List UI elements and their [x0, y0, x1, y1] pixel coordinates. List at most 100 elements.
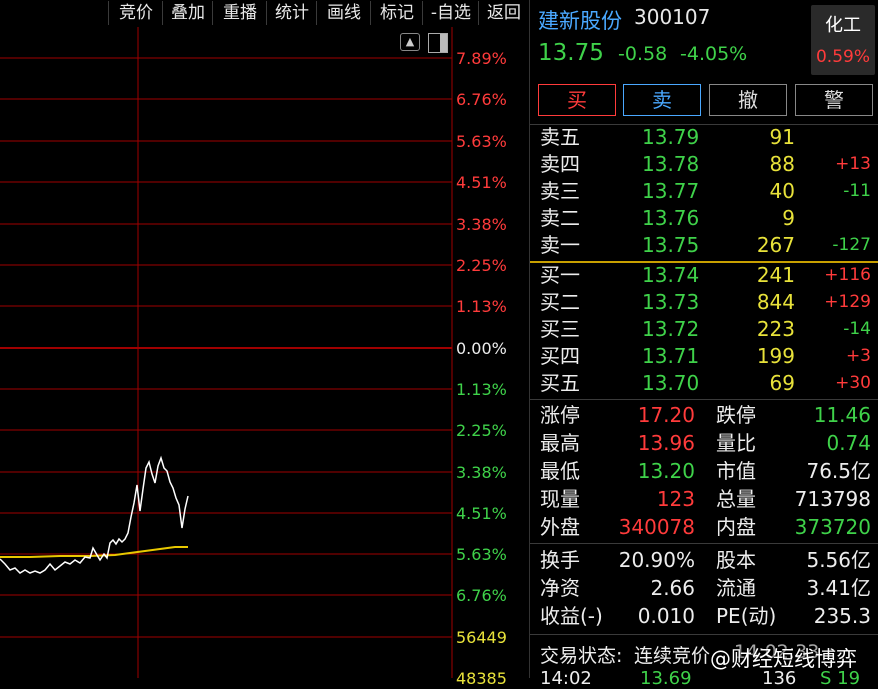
order-delta: +30 [835, 373, 871, 393]
stat-label: 最低 [540, 459, 580, 483]
order-price: 13.76 [642, 206, 700, 230]
cancel-button[interactable]: 撤 [709, 84, 787, 116]
current-price: 13.75 [538, 40, 604, 66]
stat-value: 13.20 [637, 459, 695, 483]
order-price: 13.79 [642, 125, 700, 149]
stat-value: 17.20 [637, 403, 695, 427]
stat-label: 涨停 [540, 403, 580, 427]
fundamentals-row: 换手 20.90% 股本 5.56亿 [530, 546, 878, 574]
order-volume: 199 [756, 344, 795, 368]
alert-button[interactable]: 警 [795, 84, 873, 116]
order-price: 13.70 [642, 371, 700, 395]
stat-label: 最高 [540, 431, 580, 455]
stat-label: 股本 [716, 548, 756, 572]
order-label: 买一 [540, 263, 580, 287]
y-axis-label: 1.13% [456, 380, 507, 399]
chart-canvas [0, 27, 453, 678]
stats-row: 最低 13.20 市值 76.5亿 [530, 457, 878, 485]
buy-order-row[interactable]: 买五 13.70 69 +30 [530, 370, 878, 397]
y-axis-label: 1.13% [456, 297, 507, 316]
stock-name: 建新股份 [538, 9, 622, 33]
fundamentals-row: 净资 2.66 流通 3.41亿 [530, 574, 878, 602]
order-label: 卖一 [540, 233, 580, 257]
stat-label: 内盘 [716, 515, 756, 539]
order-volume: 88 [769, 152, 795, 176]
trade-status-value: 连续竞价 [634, 645, 711, 667]
y-axis-label: 2.25% [456, 256, 507, 275]
divider [530, 634, 878, 635]
order-volume: 223 [756, 317, 795, 341]
stats-row: 外盘 340078 内盘 373720 [530, 513, 878, 541]
y-axis-label: 3.38% [456, 463, 507, 482]
buy-order-row[interactable]: 买一 13.74 241 +116 [530, 262, 878, 289]
sell-order-row[interactable]: 卖三 13.77 40 -11 [530, 178, 878, 205]
panel-toggle-icon[interactable] [428, 33, 448, 53]
order-volume: 9 [782, 206, 795, 230]
quote-panel: 建新股份 300107 化工 0.59% 13.75 -0.58 -4.05% … [529, 0, 878, 689]
order-delta: -127 [832, 235, 871, 255]
y-axis-label: 3.38% [456, 215, 507, 234]
stat-value: 20.90% [618, 548, 695, 572]
trade-status-label: 交易状态: [540, 645, 623, 667]
y-axis-label: 48385 [456, 669, 507, 688]
y-axis-label: 6.76% [456, 586, 507, 605]
toolbar-stats-button[interactable]: 统计 [266, 1, 317, 25]
order-label: 买五 [540, 371, 580, 395]
stat-value: 2.66 [650, 576, 695, 600]
stat-label: 收益(-) [540, 604, 603, 628]
stat-label: 市值 [716, 459, 756, 483]
sector-box[interactable]: 化工 0.59% [811, 5, 875, 75]
order-price: 13.72 [642, 317, 700, 341]
divider [530, 399, 878, 400]
y-axis-label: 56449 [456, 628, 507, 647]
sell-order-row[interactable]: 卖四 13.78 88 +13 [530, 151, 878, 178]
sell-order-row[interactable]: 卖五 13.79 91 [530, 124, 878, 151]
buy-order-row[interactable]: 买三 13.72 223 -14 [530, 316, 878, 343]
toolbar-auction-button[interactable]: 竞价 [108, 1, 163, 25]
order-delta: +129 [824, 292, 871, 312]
order-label: 卖二 [540, 206, 580, 230]
intraday-chart[interactable]: ▲ 7.89% 6.76% 5.63% 4.51% 3.38% 2.25% 1.… [0, 27, 528, 688]
stat-value: 713798 [794, 487, 871, 511]
buy-order-row[interactable]: 买四 13.71 199 +3 [530, 343, 878, 370]
stats-row: 涨停 17.20 跌停 11.46 [530, 401, 878, 429]
sector-name: 化工 [825, 15, 861, 36]
toolbar-draw-button[interactable]: 画线 [316, 1, 371, 25]
sell-order-row[interactable]: 卖二 13.76 9 [530, 205, 878, 232]
toolbar-watchlist-button[interactable]: -自选 [422, 1, 479, 25]
chart-toolbar: 竞价 叠加 重播 统计 画线 标记 -自选 返回 [0, 0, 528, 27]
buy-button[interactable]: 买 [538, 84, 616, 116]
order-label: 卖三 [540, 179, 580, 203]
stock-code: 300107 [634, 5, 711, 29]
order-price: 13.77 [642, 179, 700, 203]
stat-label: 流通 [716, 576, 756, 600]
stat-value: 0.74 [826, 431, 871, 455]
toolbar-overlay-button[interactable]: 叠加 [162, 1, 213, 25]
tick-price: 13.69 [640, 668, 692, 689]
toolbar-back-button[interactable]: 返回 [478, 1, 529, 25]
divider [530, 543, 878, 544]
toolbar-mark-button[interactable]: 标记 [370, 1, 423, 25]
expand-up-icon[interactable]: ▲ [400, 33, 420, 51]
stat-label: 净资 [540, 576, 580, 600]
toolbar-replay-button[interactable]: 重播 [212, 1, 267, 25]
order-delta: -14 [843, 319, 871, 339]
y-axis-label: 4.51% [456, 504, 507, 523]
buy-order-row[interactable]: 买二 13.73 844 +129 [530, 289, 878, 316]
y-axis-label: 6.76% [456, 90, 507, 109]
stat-value: 3.41亿 [806, 576, 871, 600]
sell-order-row[interactable]: 卖一 13.75 267 -127 [530, 232, 878, 259]
stats-row: 最高 13.96 量比 0.74 [530, 429, 878, 457]
tick-time: 14:02 [540, 668, 592, 689]
order-volume: 40 [769, 179, 795, 203]
price-change-pct: -4.05% [680, 43, 748, 65]
order-volume: 241 [756, 263, 795, 287]
tick-extra: S 19 [820, 668, 861, 689]
y-axis-label: 7.89% [456, 49, 507, 68]
order-delta: +3 [845, 346, 871, 366]
sell-button[interactable]: 卖 [623, 84, 701, 116]
order-delta: +116 [824, 265, 871, 285]
stat-label: 总量 [716, 487, 756, 511]
stat-label: PE(动) [716, 604, 777, 628]
stat-label: 外盘 [540, 515, 580, 539]
